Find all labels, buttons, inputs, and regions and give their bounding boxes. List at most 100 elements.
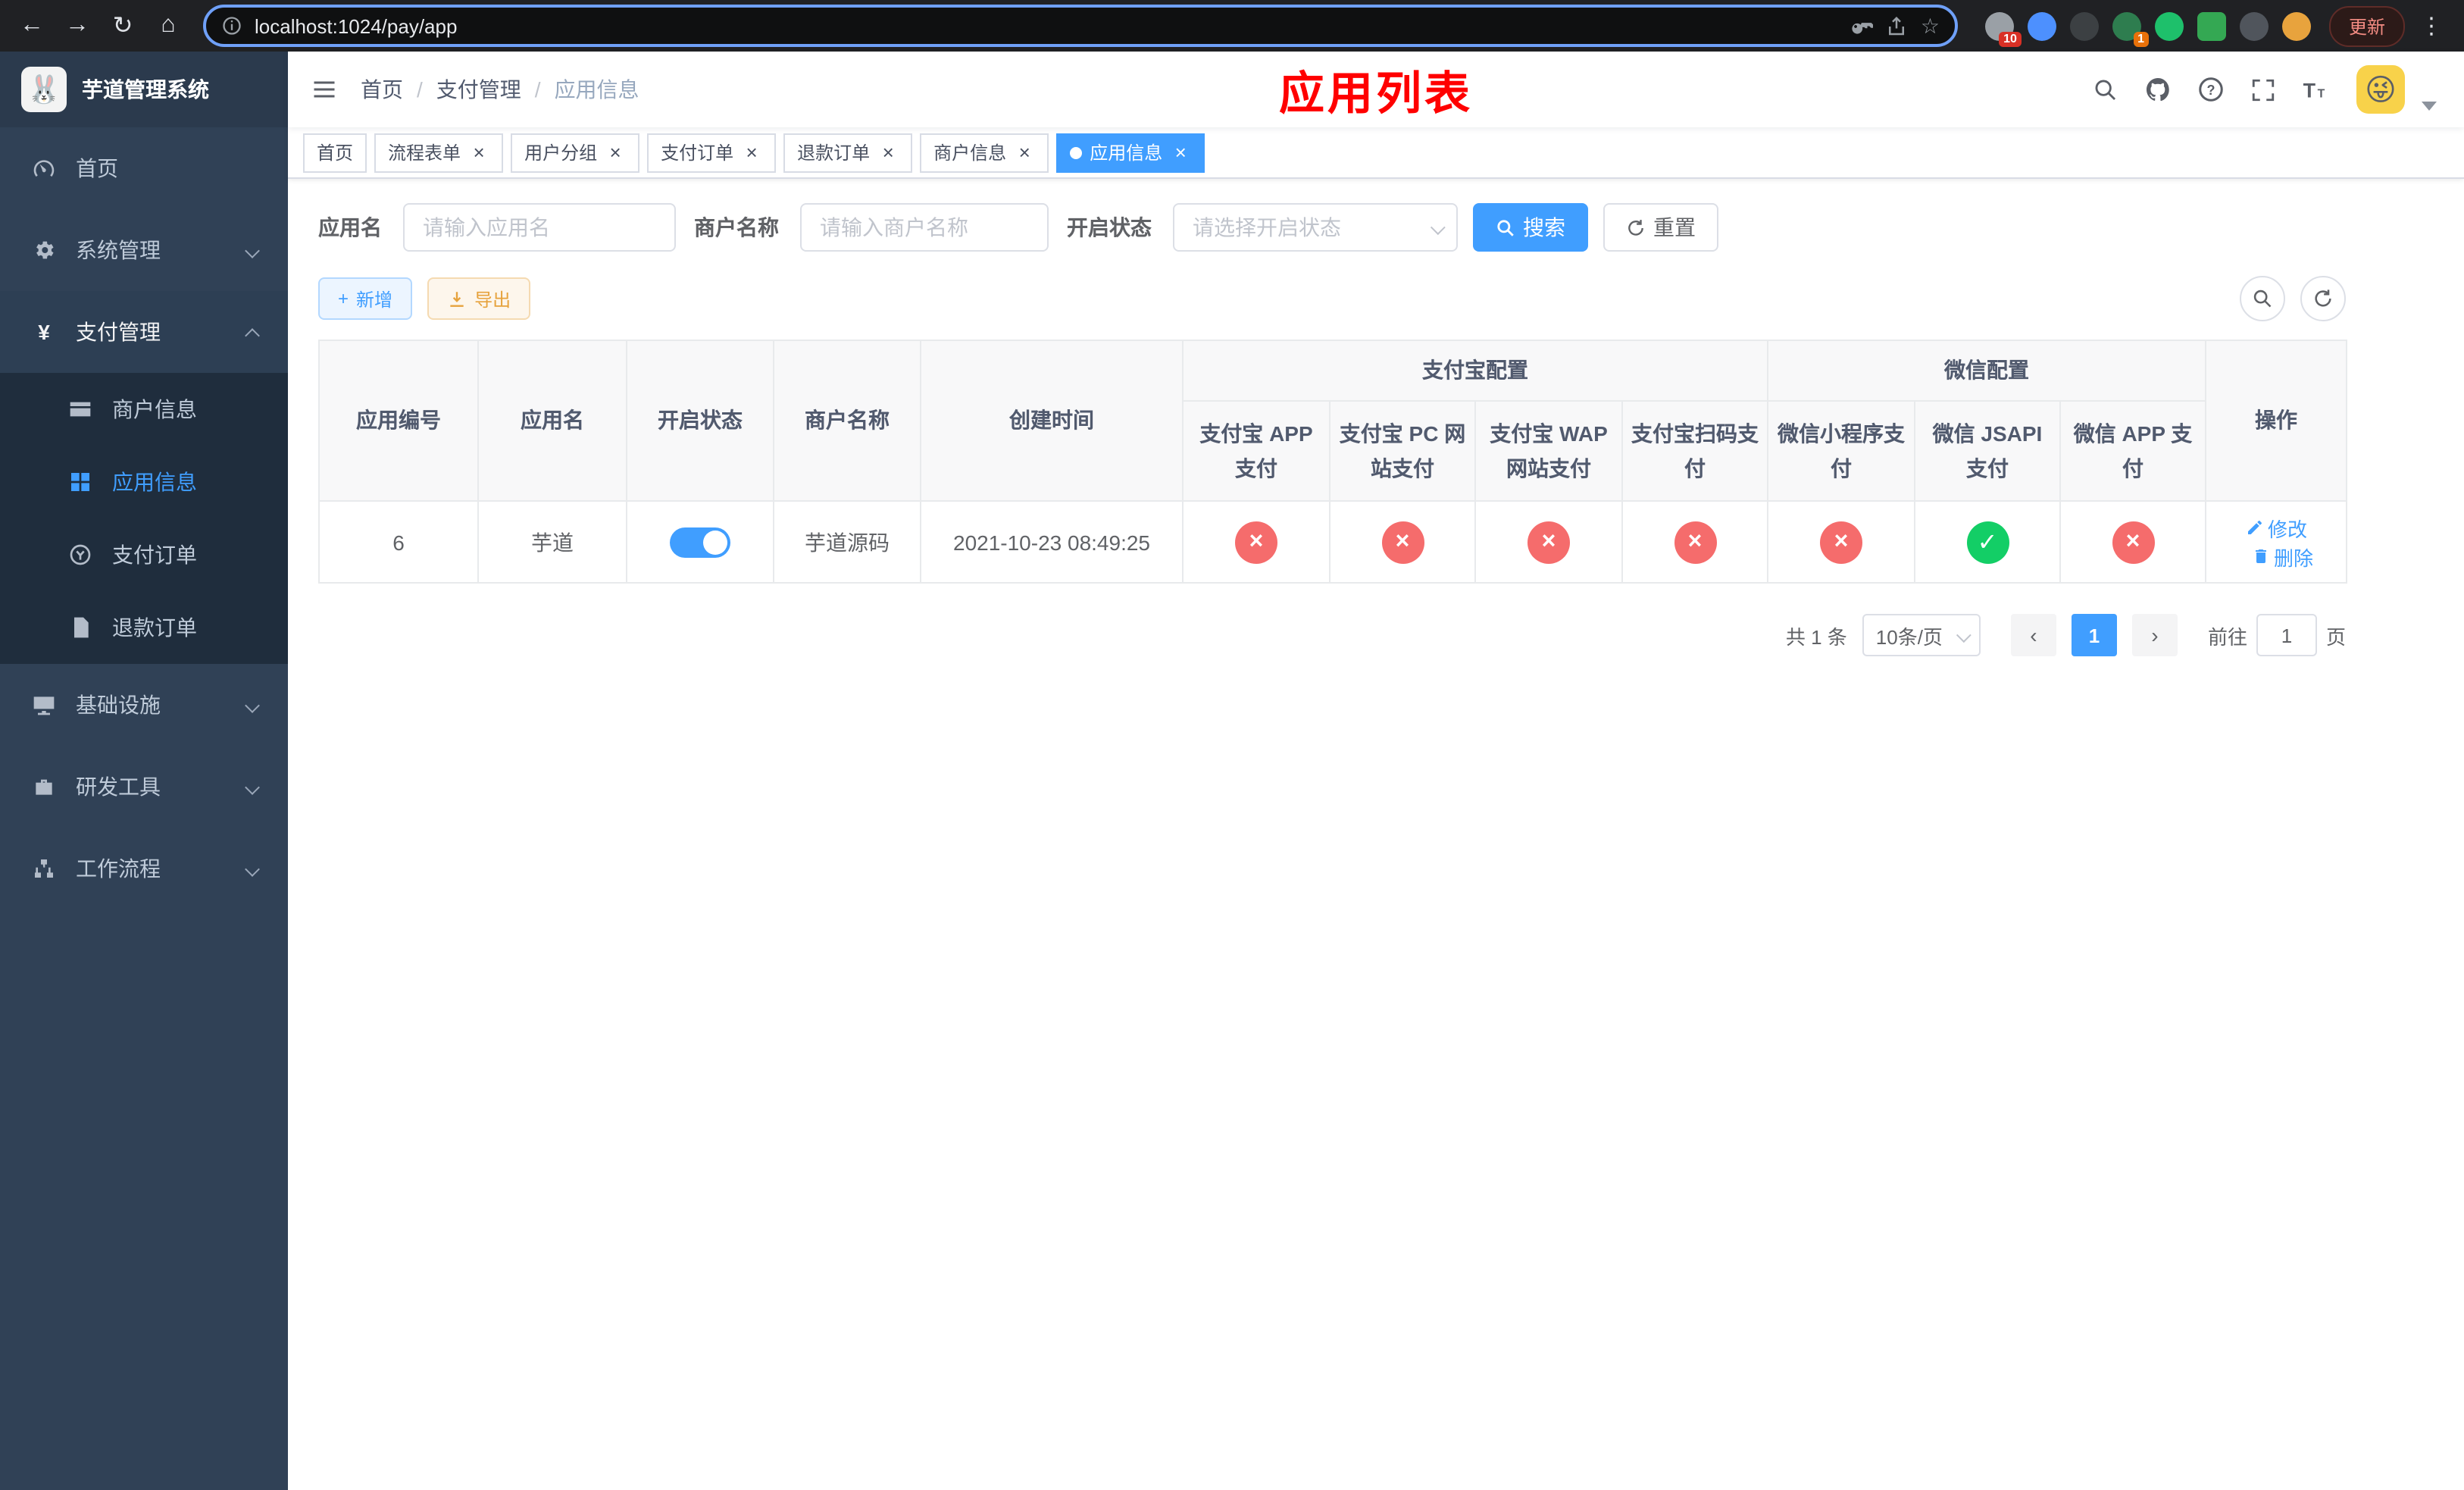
sidebar-item-dev-tools[interactable]: 研发工具 bbox=[0, 746, 288, 828]
navbar-actions: ? TT 😜 bbox=[2093, 65, 2464, 114]
extensions-puzzle-icon[interactable]: 10 bbox=[1984, 11, 2022, 46]
col-header-alipay-wap: 支付宝 WAP 网站支付 bbox=[1474, 400, 1623, 502]
trash-icon bbox=[2255, 549, 2265, 563]
sidebar-item-workflow[interactable]: 工作流程 bbox=[0, 828, 288, 909]
search-icon[interactable] bbox=[2093, 77, 2118, 102]
col-header-status: 开启状态 bbox=[626, 340, 774, 502]
edit-link[interactable]: 修改 bbox=[2245, 513, 2307, 542]
browser-back-button[interactable]: ← bbox=[12, 6, 52, 45]
browser-reload-button[interactable]: ↻ bbox=[103, 6, 142, 45]
tab-app-info[interactable]: 应用信息 × bbox=[1056, 133, 1205, 172]
prev-page-button[interactable]: ‹ bbox=[2010, 614, 2056, 656]
close-icon[interactable]: × bbox=[468, 142, 489, 163]
app-name-input[interactable] bbox=[403, 203, 676, 252]
hamburger-icon[interactable] bbox=[288, 52, 361, 127]
browser-extension-icon[interactable] bbox=[2069, 11, 2099, 40]
group-header-alipay: 支付宝配置 bbox=[1182, 340, 1768, 402]
top-navbar: 首页 / 支付管理 / 应用信息 应用列表 ? T T 😜 bbox=[288, 52, 2464, 127]
url-text[interactable]: localhost:1024/pay/app bbox=[255, 14, 1839, 37]
browser-extension-icon[interactable] bbox=[2154, 11, 2184, 40]
order-icon bbox=[67, 543, 94, 567]
tab-merchant-info[interactable]: 商户信息 × bbox=[920, 133, 1049, 172]
chevron-down-icon bbox=[245, 779, 260, 794]
browser-forward-button[interactable]: → bbox=[58, 6, 97, 45]
browser-extension-icon[interactable] bbox=[2197, 11, 2226, 40]
sidebar-item-infrastructure[interactable]: 基础设施 bbox=[0, 664, 288, 746]
breadcrumb-payment[interactable]: 支付管理 bbox=[436, 74, 521, 105]
browser-update-button[interactable]: 更新 bbox=[2328, 5, 2405, 46]
sidebar-item-refund-order[interactable]: 退款订单 bbox=[0, 591, 288, 664]
sidebar-item-app-info[interactable]: 应用信息 bbox=[0, 446, 288, 518]
merchant-name-input[interactable] bbox=[800, 203, 1049, 252]
search-button[interactable]: 搜索 bbox=[1473, 203, 1588, 252]
help-icon[interactable]: ? bbox=[2197, 76, 2225, 103]
sidebar-logo[interactable]: 🐰 芋道管理系统 bbox=[0, 52, 288, 127]
export-button[interactable]: 导出 bbox=[427, 277, 531, 320]
site-info-icon[interactable] bbox=[221, 15, 242, 36]
goto-page-input[interactable] bbox=[2256, 614, 2317, 656]
sidebar-item-merchant-info[interactable]: 商户信息 bbox=[0, 373, 288, 446]
check-circle-icon: ✓ bbox=[1966, 521, 2009, 563]
font-size-icon[interactable]: TT bbox=[2302, 75, 2331, 104]
sidebar-item-label: 退款订单 bbox=[112, 615, 197, 640]
reset-button[interactable]: 重置 bbox=[1603, 203, 1718, 252]
user-avatar[interactable]: 😜 bbox=[2356, 65, 2405, 114]
yen-icon: ¥ bbox=[38, 320, 50, 344]
export-button-label: 导出 bbox=[474, 289, 511, 310]
delete-link[interactable]: 删除 bbox=[2251, 542, 2313, 571]
cell-alipay-wap: × bbox=[1474, 500, 1623, 584]
cell-actions: 修改 删除 bbox=[2205, 500, 2348, 584]
browser-menu-icon[interactable]: ⋮ bbox=[2411, 12, 2452, 39]
close-icon[interactable]: × bbox=[1014, 142, 1035, 163]
breadcrumb-home[interactable]: 首页 bbox=[361, 74, 403, 105]
col-header-wechat-mini: 微信小程序支付 bbox=[1767, 400, 1915, 502]
pencil-icon bbox=[2247, 521, 2261, 534]
toggle-search-button[interactable] bbox=[2240, 276, 2285, 321]
browser-extension-icon[interactable]: 1 bbox=[2112, 11, 2149, 46]
sidebar-item-payment[interactable]: ¥ 支付管理 bbox=[0, 291, 288, 373]
grid-icon bbox=[67, 470, 94, 494]
page-size-select[interactable]: 10条/页 bbox=[1862, 614, 1981, 656]
app-title: 芋道管理系统 bbox=[82, 77, 209, 102]
sidebar-item-system[interactable]: 系统管理 bbox=[0, 209, 288, 291]
toolbox-icon bbox=[30, 775, 58, 799]
svg-text:?: ? bbox=[2207, 83, 2215, 98]
tab-user-group[interactable]: 用户分组 × bbox=[511, 133, 640, 172]
sidebar-item-pay-order[interactable]: 支付订单 bbox=[0, 518, 288, 591]
browser-extension-icon[interactable] bbox=[2027, 11, 2056, 40]
refresh-icon bbox=[2315, 290, 2331, 307]
close-icon[interactable]: × bbox=[877, 142, 899, 163]
status-select[interactable]: 请选择开启状态 bbox=[1173, 203, 1458, 252]
close-icon[interactable]: × bbox=[1170, 142, 1191, 163]
add-button[interactable]: + 新增 bbox=[318, 277, 413, 320]
breadcrumb: 首页 / 支付管理 / 应用信息 bbox=[361, 74, 639, 105]
refresh-table-button[interactable] bbox=[2300, 276, 2346, 321]
browser-home-button[interactable]: ⌂ bbox=[149, 6, 188, 45]
breadcrumb-separator: / bbox=[534, 77, 541, 102]
page-number-button[interactable]: 1 bbox=[2071, 614, 2117, 656]
col-header-alipay-qr: 支付宝扫码支付 bbox=[1621, 400, 1768, 502]
cross-circle-icon: × bbox=[1674, 521, 1716, 563]
tab-home[interactable]: 首页 bbox=[303, 133, 367, 172]
fullscreen-icon[interactable] bbox=[2250, 77, 2276, 102]
tab-refund-order[interactable]: 退款订单 × bbox=[783, 133, 913, 172]
next-page-button[interactable]: › bbox=[2131, 614, 2178, 656]
address-bar[interactable]: localhost:1024/pay/app ☆ bbox=[203, 5, 1958, 47]
card-icon bbox=[67, 397, 94, 421]
close-icon[interactable]: × bbox=[605, 142, 626, 163]
share-icon[interactable] bbox=[1886, 14, 1909, 37]
sidebar-item-home[interactable]: 首页 bbox=[0, 127, 288, 209]
tab-process-form[interactable]: 流程表单 × bbox=[374, 133, 504, 172]
browser-extension-icon[interactable] bbox=[2239, 11, 2269, 40]
profile-avatar-icon[interactable] bbox=[2281, 11, 2311, 40]
tab-pay-order[interactable]: 支付订单 × bbox=[647, 133, 777, 172]
github-icon[interactable] bbox=[2144, 76, 2172, 103]
bookmark-star-icon[interactable]: ☆ bbox=[1921, 13, 1940, 39]
close-icon[interactable]: × bbox=[741, 142, 762, 163]
status-toggle[interactable] bbox=[670, 527, 730, 557]
tab-label: 商户信息 bbox=[933, 142, 1007, 164]
password-key-icon[interactable] bbox=[1851, 14, 1874, 37]
caret-down-icon[interactable] bbox=[2422, 102, 2437, 111]
col-header-wechat-app: 微信 APP 支付 bbox=[2059, 400, 2207, 502]
monitor-icon bbox=[30, 693, 58, 717]
